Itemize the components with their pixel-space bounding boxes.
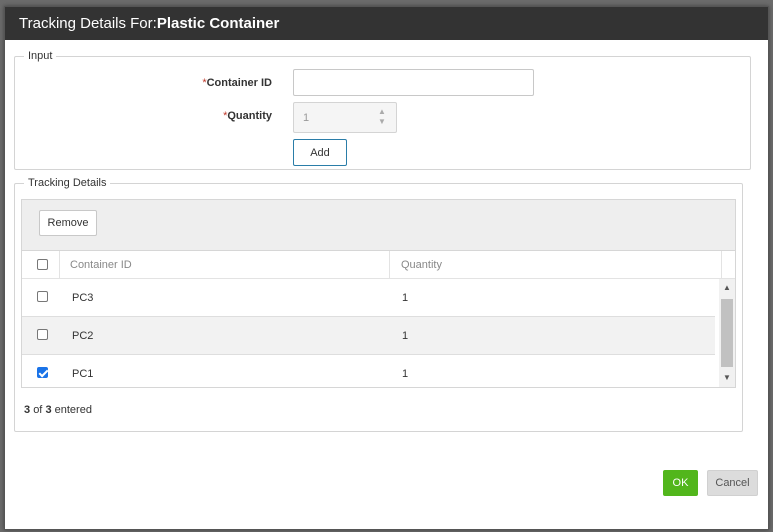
- column-header-container-id[interactable]: Container ID: [70, 251, 132, 279]
- quantity-value: 1: [303, 112, 310, 124]
- column-divider: [59, 251, 60, 279]
- grid-rows: PC3 1 PC2 1 PC1 1 ▲ ▼: [22, 279, 735, 387]
- quantity-spin-buttons[interactable]: ▲ ▼: [368, 103, 396, 132]
- cell-container-id: PC3: [72, 292, 94, 304]
- grid-header: Container ID Quantity: [22, 251, 735, 279]
- grid-toolbar: Remove: [22, 200, 735, 251]
- column-divider: [721, 251, 722, 279]
- cell-container-id: PC1: [72, 368, 94, 380]
- cancel-button[interactable]: Cancel: [707, 470, 758, 496]
- input-section-legend: Input: [24, 50, 57, 63]
- select-all-checkbox[interactable]: [37, 259, 48, 270]
- container-id-label-text: Container ID: [206, 77, 272, 89]
- quantity-stepper[interactable]: 1 ▲ ▼: [293, 102, 397, 133]
- cell-quantity: 1: [402, 368, 409, 380]
- table-row[interactable]: PC1 1: [22, 355, 715, 387]
- entry-count-total: 3: [45, 404, 52, 416]
- grid-scrollbar[interactable]: ▲ ▼: [719, 279, 735, 387]
- row-checkbox[interactable]: [37, 329, 48, 340]
- quantity-label: *Quantity: [190, 110, 272, 122]
- scroll-down-icon[interactable]: ▼: [719, 373, 735, 382]
- add-button[interactable]: Add: [293, 139, 347, 166]
- table-row[interactable]: PC2 1: [22, 317, 715, 355]
- table-row[interactable]: PC3 1: [22, 279, 715, 317]
- container-id-label: *Container ID: [190, 77, 272, 89]
- cell-quantity: 1: [402, 330, 409, 342]
- spin-up-icon[interactable]: ▲: [368, 107, 396, 117]
- entry-count: 3 of 3 entered: [24, 404, 92, 416]
- row-checkbox[interactable]: [37, 291, 48, 302]
- scrollbar-thumb[interactable]: [721, 299, 733, 367]
- cell-container-id: PC2: [72, 330, 94, 342]
- dialog-titlebar: Tracking Details For:Plastic Container: [5, 7, 768, 40]
- spin-down-icon[interactable]: ▼: [368, 117, 396, 127]
- dialog-title-prefix: Tracking Details For:: [19, 15, 157, 32]
- column-header-quantity[interactable]: Quantity: [401, 251, 442, 279]
- entry-count-shown: 3: [24, 404, 31, 416]
- tracking-grid: Remove Container ID Quantity PC3 1 PC2 1…: [21, 199, 736, 388]
- dialog-title-item: Plastic Container: [156, 15, 280, 32]
- tracking-details-legend: Tracking Details: [24, 177, 111, 190]
- entry-count-suffix: entered: [54, 404, 92, 416]
- quantity-label-text: Quantity: [227, 110, 272, 122]
- container-id-input[interactable]: [293, 69, 534, 96]
- remove-button[interactable]: Remove: [39, 210, 97, 236]
- column-divider: [389, 251, 390, 279]
- cell-quantity: 1: [402, 292, 409, 304]
- entry-count-of: of: [33, 404, 43, 416]
- row-checkbox-checked[interactable]: [37, 367, 48, 378]
- ok-button[interactable]: OK: [663, 470, 698, 496]
- scroll-up-icon[interactable]: ▲: [719, 283, 735, 292]
